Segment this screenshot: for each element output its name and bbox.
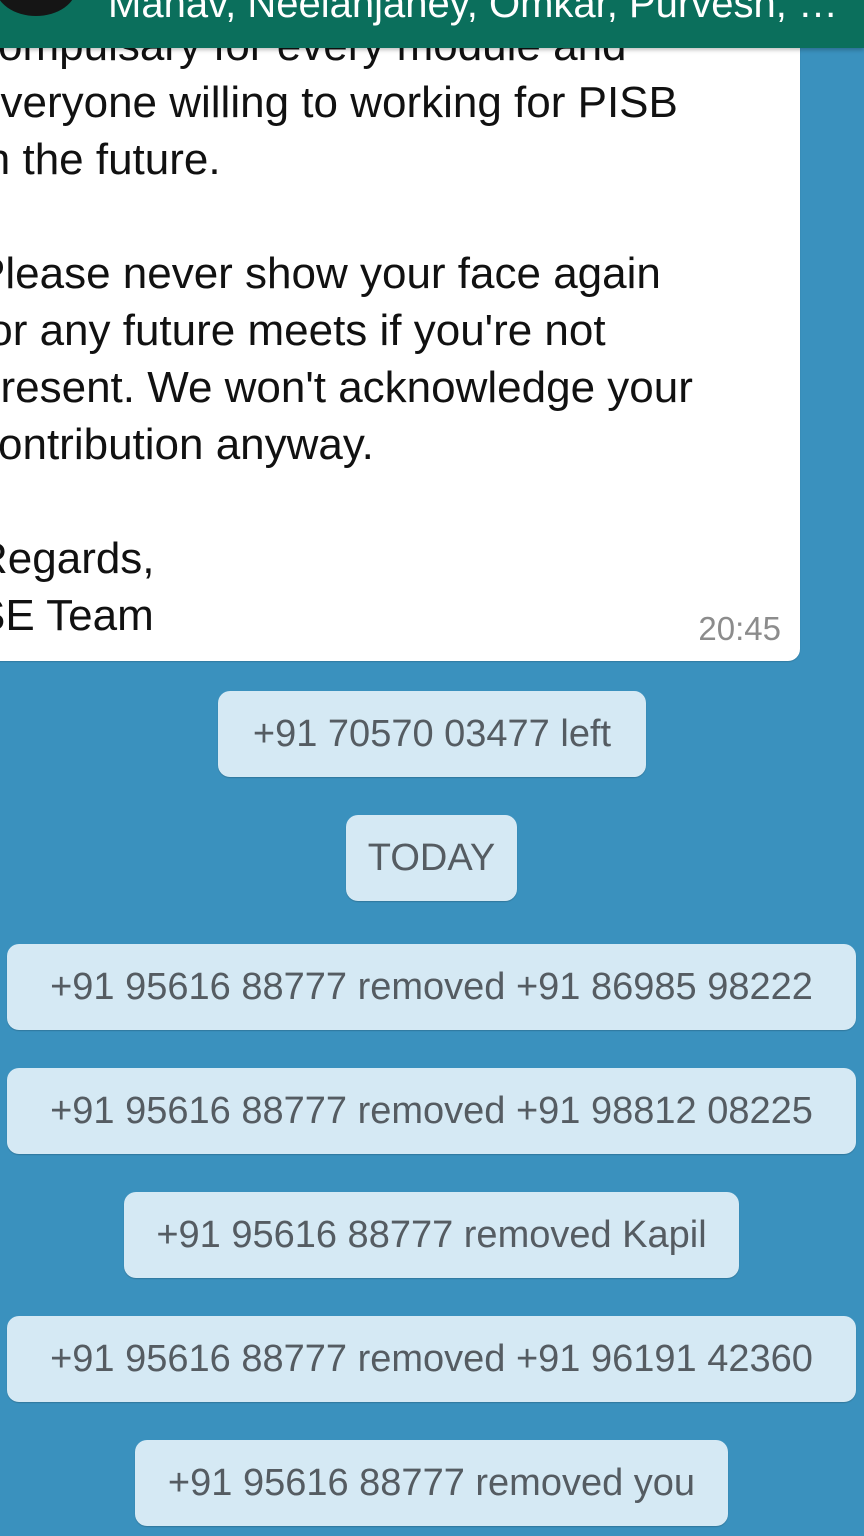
- message-line: for any future meets if you're not: [0, 306, 606, 355]
- message-line: Please never show your face again: [0, 249, 661, 298]
- system-event-chip: +91 95616 88777 removed +91 96191 42360: [7, 1316, 856, 1402]
- message-timestamp: 20:45: [698, 610, 781, 647]
- system-event-chip: +91 95616 88777 removed +91 98812 08225: [7, 1068, 856, 1154]
- chat-screen: compulsary for every module and everyone…: [0, 0, 864, 1536]
- system-event-chip: +91 95616 88777 removed +91 86985 98222: [7, 944, 856, 1030]
- system-event-chip: +91 95616 88777 removed you: [135, 1440, 728, 1526]
- chat-header[interactable]: Manav, Neelanjaney, Omkar, Purvesh, Shr.…: [0, 0, 864, 48]
- message-bubble[interactable]: compulsary for every module and everyone…: [0, 0, 800, 661]
- message-line: Regards,: [0, 534, 155, 583]
- date-divider-chip: TODAY: [346, 815, 517, 901]
- message-line: everyone willing to working for PISB: [0, 78, 678, 127]
- message-line: SE Team: [0, 591, 154, 640]
- message-line: contribution anyway.: [0, 420, 374, 469]
- message-line: present. We won't acknowledge your: [0, 363, 693, 412]
- system-event-chip: +91 70570 03477 left: [218, 691, 646, 777]
- system-event-chip: +91 95616 88777 removed Kapil: [124, 1192, 739, 1278]
- header-participants: Manav, Neelanjaney, Omkar, Purvesh, Shr.…: [108, 0, 848, 26]
- message-line: in the future.: [0, 135, 221, 184]
- group-avatar[interactable]: [0, 0, 76, 16]
